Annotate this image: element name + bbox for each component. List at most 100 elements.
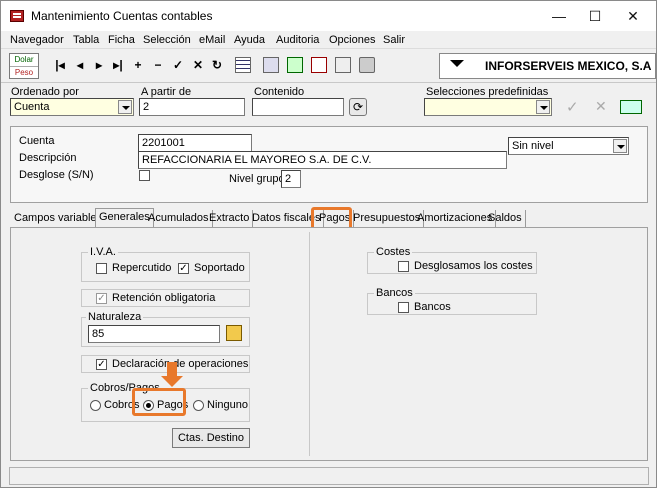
menu-seleccion[interactable]: Selección	[143, 34, 191, 46]
contenido-label: Contenido	[254, 86, 305, 98]
app-window: Mantenimiento Cuentas contables — ☐ ✕ Na…	[0, 0, 657, 488]
menu-opciones[interactable]: Opciones	[329, 34, 375, 46]
company-selector[interactable]: INFORSERVEIS MEXICO, S.A	[439, 53, 656, 79]
menu-navegador[interactable]: Navegador	[10, 34, 64, 46]
close-button[interactable]: ✕	[615, 4, 651, 28]
repercutido-label: Repercutido	[112, 262, 172, 274]
declaracion-group: ✓ Declaración de operaciones	[81, 355, 250, 373]
add-icon[interactable]: +	[131, 58, 145, 72]
ordenado-select[interactable]: Cuenta	[10, 98, 134, 116]
search-clock-icon[interactable]: ⟳	[349, 98, 367, 116]
iva-title: I.V.A.	[88, 246, 118, 258]
menu-ayuda[interactable]: Ayuda	[234, 34, 265, 46]
currency-dolar[interactable]: Dolar	[10, 54, 38, 66]
first-icon[interactable]: |◂	[53, 58, 67, 72]
last-icon[interactable]: ▸|	[111, 58, 125, 72]
minimize-button[interactable]: —	[541, 4, 577, 28]
desglosamos-checkbox[interactable]	[398, 261, 409, 272]
ctas-destino-button[interactable]: Ctas. Destino	[172, 428, 250, 448]
tab-content-panel: I.V.A. Repercutido ✓ Soportado ✓ Retenci…	[10, 227, 648, 461]
desglose-label: Desglose (S/N)	[19, 169, 94, 181]
clear-x-icon[interactable]: ✕	[595, 98, 607, 115]
menu-tabla[interactable]: Tabla	[73, 34, 99, 46]
menu-ficha[interactable]: Ficha	[108, 34, 135, 46]
record-panel: Cuenta 2201001 Sin nivel Descripción REF…	[10, 126, 648, 203]
repercutido-checkbox[interactable]	[96, 263, 107, 274]
cancel-icon[interactable]: ✕	[191, 58, 205, 72]
annotation-arrow-icon	[161, 376, 183, 387]
export-icon[interactable]	[287, 57, 303, 73]
retencion-label: Retención obligatoria	[112, 292, 216, 304]
form-icon[interactable]	[263, 57, 279, 73]
delete-icon[interactable]: −	[151, 58, 165, 72]
cobros-radio[interactable]	[90, 400, 101, 411]
retencion-checkbox[interactable]: ✓	[96, 293, 107, 304]
ordenado-label: Ordenado por	[11, 86, 79, 98]
selecciones-dropdown-icon[interactable]	[536, 100, 550, 114]
apply-check-icon[interactable]: ✓	[566, 98, 579, 116]
prev-icon[interactable]: ◂	[73, 58, 87, 72]
naturaleza-input[interactable]: 85	[88, 325, 220, 343]
selecciones-select[interactable]	[424, 98, 552, 116]
contenido-input[interactable]	[252, 98, 344, 116]
ninguno-radio[interactable]	[193, 400, 204, 411]
currency-toggle[interactable]: Dolar Peso	[9, 53, 39, 79]
ninguno-label: Ninguno	[207, 399, 248, 411]
menu-salir[interactable]: Salir	[383, 34, 405, 46]
tab-extracto[interactable]: Extracto	[206, 210, 254, 228]
annotation-arrow-shaft	[167, 362, 177, 376]
nivel-select[interactable]: Sin nivel	[508, 137, 629, 155]
company-dropdown-icon[interactable]	[450, 60, 464, 67]
selections-grid-icon[interactable]	[620, 100, 642, 114]
partir-label: A partir de	[141, 86, 192, 98]
refresh-icon[interactable]: ↻	[210, 58, 224, 72]
partir-input[interactable]: 2	[139, 98, 245, 116]
copy-icon[interactable]	[335, 57, 351, 73]
confirm-icon[interactable]: ✓	[171, 58, 185, 72]
title-bar: Mantenimiento Cuentas contables — ☐ ✕	[1, 1, 656, 31]
grid-icon[interactable]	[235, 57, 251, 73]
cuenta-label: Cuenta	[19, 135, 55, 147]
tab-saldos[interactable]: Saldos	[485, 210, 526, 228]
naturaleza-group: Naturaleza 85	[81, 311, 250, 347]
descripcion-input[interactable]: REFACCIONARIA EL MAYOREO S.A. DE C.V.	[138, 151, 507, 169]
tab-amortizaciones[interactable]: Amortizaciones	[414, 210, 497, 228]
menu-bar: Navegador Tabla Ficha Selección eMail Ay…	[1, 31, 656, 49]
bancos-checkbox[interactable]	[398, 302, 409, 313]
retencion-group: ✓ Retención obligatoria	[81, 289, 250, 307]
soportado-checkbox[interactable]: ✓	[178, 263, 189, 274]
selecciones-label: Selecciones predefinidas	[426, 86, 549, 98]
nivel-dropdown-icon[interactable]	[613, 139, 627, 153]
next-icon[interactable]: ▸	[92, 58, 106, 72]
iva-group: I.V.A. Repercutido ✓ Soportado	[81, 246, 250, 282]
window-title: Mantenimiento Cuentas contables	[31, 9, 213, 23]
print-icon[interactable]	[359, 57, 375, 73]
desglose-checkbox[interactable]	[139, 170, 150, 181]
bancos-label: Bancos	[414, 301, 451, 313]
tab-acumulados[interactable]: Acumulados	[145, 210, 213, 228]
ordenado-dropdown-icon[interactable]	[118, 100, 132, 114]
status-bar	[9, 467, 649, 485]
pagos-radio-highlight	[132, 388, 186, 416]
declaracion-checkbox[interactable]: ✓	[96, 359, 107, 370]
menu-auditoria[interactable]: Auditoria	[276, 34, 319, 46]
cuenta-input[interactable]: 2201001	[138, 134, 252, 152]
soportado-label: Soportado	[194, 262, 245, 274]
naturaleza-lookup-icon[interactable]	[226, 325, 242, 341]
desglosamos-label: Desglosamos los costes	[414, 260, 533, 272]
costes-title: Costes	[374, 246, 413, 258]
nivel-grupo-input[interactable]: 2	[281, 170, 301, 188]
naturaleza-title: Naturaleza	[86, 311, 144, 323]
maximize-button[interactable]: ☐	[577, 4, 613, 28]
app-icon	[10, 10, 24, 22]
currency-peso[interactable]: Peso	[10, 66, 38, 79]
company-name: INFORSERVEIS MEXICO, S.A	[485, 59, 652, 73]
filter-icon[interactable]	[311, 57, 327, 73]
descripcion-label: Descripción	[19, 152, 77, 164]
menu-email[interactable]: eMail	[199, 34, 225, 46]
declaracion-label: Declaración de operaciones	[112, 358, 249, 370]
bancos-group: Bancos Bancos	[367, 287, 537, 315]
panel-divider	[309, 232, 310, 456]
nivel-grupo-label: Nivel grupo	[229, 173, 285, 185]
tab-campos-variables[interactable]: Campos variables	[11, 210, 107, 228]
